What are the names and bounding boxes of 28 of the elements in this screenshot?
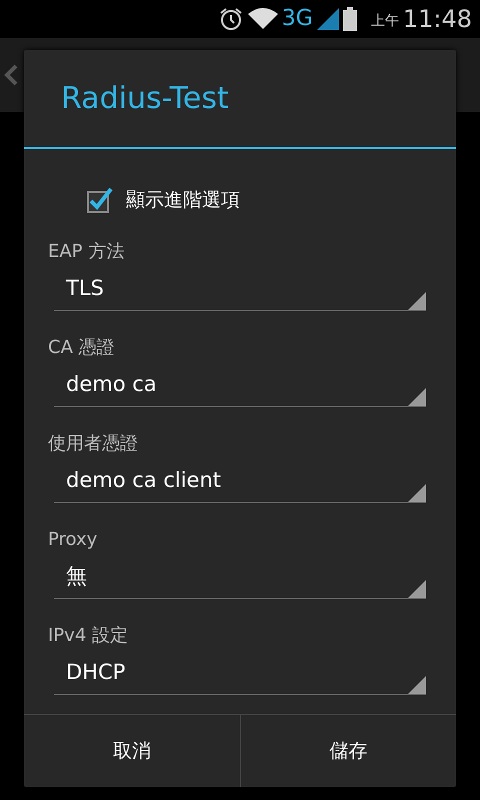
dialog-title: Radius-Test <box>24 50 456 149</box>
clock-time: 11:48 <box>402 5 472 33</box>
back-caret-icon <box>4 64 18 86</box>
field-label: CA 憑證 <box>48 336 115 359</box>
wifi-icon <box>248 8 278 30</box>
dropdown[interactable]: DHCP <box>54 649 426 695</box>
cancel-button[interactable]: 取消 <box>24 715 240 787</box>
battery-icon <box>342 7 357 31</box>
save-button[interactable]: 儲存 <box>240 715 456 787</box>
dropdown-arrow-icon <box>408 292 426 310</box>
dropdown[interactable]: 無 <box>54 553 426 599</box>
checkbox[interactable] <box>86 186 114 214</box>
dropdown[interactable]: TLS <box>54 265 426 311</box>
field-label: IPv4 設定 <box>48 624 128 647</box>
dropdown[interactable]: demo ca client <box>54 457 426 503</box>
network-type: 3G <box>282 8 313 30</box>
field-label: EAP 方法 <box>48 240 124 263</box>
field-label: 使用者憑證 <box>48 432 138 455</box>
dropdown-arrow-icon <box>408 580 426 598</box>
am-pm-label: 上午 <box>370 12 399 30</box>
signal-icon <box>316 8 339 30</box>
dropdown-arrow-icon <box>408 388 426 406</box>
checkbox-label: 顯示進階選項 <box>126 188 240 213</box>
field-label: Proxy <box>48 528 98 550</box>
dropdown-arrow-icon <box>408 484 426 502</box>
dropdown-arrow-icon <box>408 676 426 694</box>
dropdown[interactable]: demo ca <box>54 361 426 407</box>
alarm-icon <box>218 6 244 32</box>
